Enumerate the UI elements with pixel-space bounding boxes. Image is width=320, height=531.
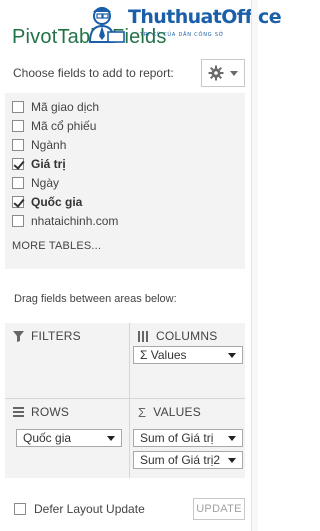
field-checkbox-checked[interactable] xyxy=(12,196,24,208)
field-row-nhataichinh[interactable]: nhataichinh.com xyxy=(12,212,118,230)
logo-text: ThuthuatOffice xyxy=(128,6,282,28)
logo: ThuthuatOffice TRI KỸ CỦA DÂN CÔNG SỞ xyxy=(80,2,282,46)
defer-layout-checkbox[interactable] xyxy=(14,503,26,515)
field-label: nhataichinh.com xyxy=(31,214,119,228)
field-label: Mã cổ phiếu xyxy=(31,119,97,133)
field-list: Mã giao dịch Mã cổ phiếu Ngành Giá trị N… xyxy=(5,93,245,269)
columns-icon xyxy=(138,330,148,342)
columns-values-chip[interactable]: Σ Values xyxy=(133,346,243,364)
chevron-down-icon[interactable] xyxy=(228,352,236,358)
columns-area-label: COLUMNS xyxy=(156,329,218,343)
values-sum-gia-tri2-chip[interactable]: Sum of Giá trị2 xyxy=(133,451,243,469)
filters-area[interactable]: FILTERS xyxy=(5,323,129,398)
filters-area-header: FILTERS xyxy=(13,329,81,343)
field-checkbox[interactable] xyxy=(12,215,24,227)
values-area-header: Σ VALUES xyxy=(138,405,201,419)
defer-layout-update[interactable]: Defer Layout Update xyxy=(14,502,145,516)
logo-mascot-icon xyxy=(88,7,125,43)
rows-area-header: ROWS xyxy=(13,405,69,419)
sigma-icon: Σ xyxy=(138,404,147,420)
field-label: Quốc gia xyxy=(31,195,83,209)
chip-label: Sum of Giá trị2 xyxy=(140,453,221,467)
chevron-down-icon[interactable] xyxy=(228,435,236,441)
columns-area[interactable]: COLUMNS Σ Values xyxy=(130,323,245,398)
values-area-label: VALUES xyxy=(153,405,201,419)
field-checkbox[interactable] xyxy=(12,177,24,189)
rows-area[interactable]: ROWS Quốc gia xyxy=(5,399,129,478)
field-row-quoc-gia[interactable]: Quốc gia xyxy=(12,193,82,211)
chip-label: Σ Values xyxy=(140,348,187,362)
pane-scroll-edge xyxy=(251,0,258,531)
area-divider-horizontal xyxy=(5,398,245,399)
dropdown-caret-icon xyxy=(230,70,238,76)
field-checkbox-checked[interactable] xyxy=(12,158,24,170)
field-row-ngay[interactable]: Ngày xyxy=(12,174,59,192)
field-label: Ngày xyxy=(31,176,60,190)
drag-fields-label: Drag fields between areas below: xyxy=(14,293,177,305)
chip-label: Sum of Giá trị xyxy=(140,431,214,445)
rows-quoc-gia-chip[interactable]: Quốc gia xyxy=(16,429,122,447)
filters-area-label: FILTERS xyxy=(31,329,81,343)
rows-area-label: ROWS xyxy=(31,405,70,419)
field-checkbox[interactable] xyxy=(12,101,24,113)
field-row-gia-tri[interactable]: Giá trị xyxy=(12,155,66,173)
update-button[interactable]: UPDATE xyxy=(193,498,245,520)
rows-icon xyxy=(13,406,24,417)
more-tables-link[interactable]: MORE TABLES... xyxy=(12,240,101,252)
values-area[interactable]: Σ VALUES Sum of Giá trị Sum of Giá trị2 xyxy=(130,399,245,478)
field-label: Giá trị xyxy=(31,157,66,171)
field-row-ma-co-phieu[interactable]: Mã cổ phiếu xyxy=(12,117,96,135)
choose-fields-label: Choose fields to add to report: xyxy=(13,66,174,80)
field-label: Ngành xyxy=(31,138,67,152)
chevron-down-icon[interactable] xyxy=(107,435,115,441)
field-list-settings-button[interactable] xyxy=(201,59,245,87)
filter-icon xyxy=(13,330,24,342)
area-divider-vertical xyxy=(129,323,130,478)
chevron-down-icon[interactable] xyxy=(228,457,236,463)
field-row-ma-giao-dich[interactable]: Mã giao dịch xyxy=(12,98,99,116)
defer-layout-label: Defer Layout Update xyxy=(34,502,145,516)
columns-area-header: COLUMNS xyxy=(138,329,217,343)
field-label: Mã giao dịch xyxy=(31,100,100,114)
chip-label: Quốc gia xyxy=(23,431,72,445)
field-row-nganh[interactable]: Ngành xyxy=(12,136,66,154)
field-checkbox[interactable] xyxy=(12,120,24,132)
field-checkbox[interactable] xyxy=(12,139,24,151)
values-sum-gia-tri-chip[interactable]: Sum of Giá trị xyxy=(133,429,243,447)
gear-icon xyxy=(208,65,224,81)
logo-tagline: TRI KỸ CỦA DÂN CÔNG SỞ xyxy=(140,32,225,38)
